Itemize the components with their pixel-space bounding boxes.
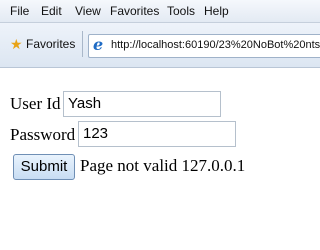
- user-id-input[interactable]: Yash: [63, 91, 221, 117]
- internet-explorer-icon: e: [93, 35, 104, 54]
- user-id-label: User Id: [10, 94, 61, 113]
- page-content: User Id Yash Password 123 Submit Page no…: [0, 68, 320, 250]
- menu-tools[interactable]: Tools: [167, 4, 195, 18]
- favorites-button[interactable]: ★ Favorites: [4, 33, 78, 55]
- validation-message: Page not valid 127.0.0.1: [80, 156, 246, 175]
- menu-help[interactable]: Help: [204, 4, 229, 18]
- star-icon: ★: [10, 36, 23, 52]
- favorites-label: Favorites: [26, 37, 76, 51]
- menu-edit[interactable]: Edit: [41, 4, 62, 18]
- address-url: http://localhost:60190/23%20NoBot%20nts/…: [111, 39, 320, 51]
- password-label: Password: [10, 125, 76, 144]
- menu-bar: File Edit View Favorites Tools Help: [0, 0, 320, 23]
- menu-view[interactable]: View: [75, 4, 101, 18]
- toolbar-divider: [82, 31, 83, 57]
- password-input[interactable]: 123: [78, 121, 236, 147]
- address-bar[interactable]: e http://localhost:60190/23%20NoBot%20nt…: [88, 34, 320, 58]
- menu-favorites[interactable]: Favorites: [110, 4, 159, 18]
- favorites-bar: ★ Favorites e http://localhost:60190/23%…: [0, 23, 320, 68]
- submit-button[interactable]: Submit: [13, 154, 75, 180]
- menu-file[interactable]: File: [10, 4, 29, 18]
